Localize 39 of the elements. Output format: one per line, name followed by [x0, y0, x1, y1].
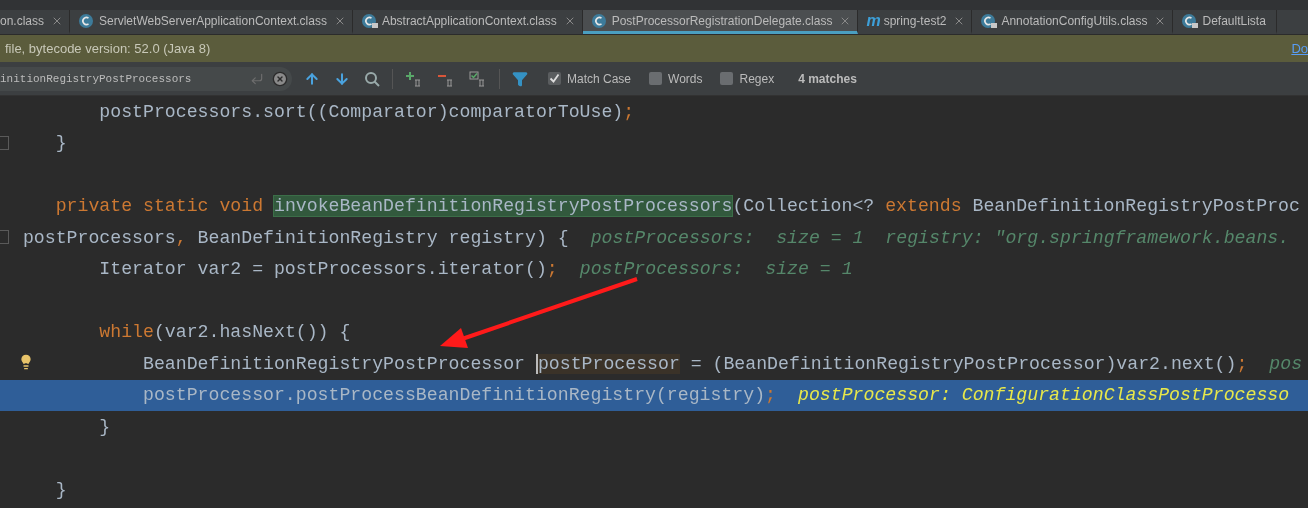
- code-line: }: [55, 479, 67, 500]
- search-option[interactable]: Match Case: [548, 71, 632, 86]
- enter-icon: [250, 71, 264, 86]
- locked-class-icon: [980, 12, 999, 29]
- locked-class-icon: [1181, 12, 1200, 29]
- code-line: BeanDefinitionRegistryPostProcessor postProcessor = (BeanDefinitionRegistryPostProcessor)var2.next();: [143, 353, 1248, 374]
- fold-marker-icon[interactable]: [0, 135, 9, 150]
- search-field[interactable]: initionRegistryPostProcessors: [0, 66, 292, 91]
- fold-marker-icon[interactable]: [0, 230, 9, 244]
- clear-icon[interactable]: [272, 70, 288, 87]
- info-message: file, bytecode version: 52.0 (Java 8): [5, 41, 211, 56]
- option-label: Match Case: [567, 71, 632, 86]
- option-label: Words: [668, 71, 703, 86]
- code-line: postProcessors, BeanDefinitionRegistry registry) {: [22, 227, 569, 248]
- code-line: while(var2.hasNext()) {: [99, 322, 351, 343]
- option-label: Regex: [739, 71, 775, 86]
- code-line: Iterator var2 = postProcessors.iterator();: [99, 259, 558, 280]
- lightbulb-icon[interactable]: [18, 354, 34, 370]
- search-input[interactable]: initionRegistryPostProcessors: [0, 72, 242, 85]
- class-icon: [590, 12, 609, 29]
- debug-value-hint: postProcessors: size = 1: [579, 259, 853, 280]
- code-line: postProcessor.postProcessBeanDefinitionRegistry(registry);: [143, 385, 777, 406]
- code-line: private static void invokeBeanDefinitionRegistryPostProcessors(Collection<? extends BeanDefinitionRegistryPostProc: [55, 196, 1300, 217]
- module-icon: m: [866, 11, 881, 30]
- match-count: 4 matches: [798, 71, 857, 86]
- editor-tab[interactable]: on.class: [0, 10, 71, 34]
- code-line: }: [99, 416, 111, 437]
- locked-class-icon: [360, 12, 379, 29]
- checkbox[interactable]: [649, 72, 663, 85]
- code-line: }: [55, 133, 67, 154]
- code-line: postProcessors.sort((Comparator)comparatorToUse);: [99, 101, 635, 122]
- checkbox[interactable]: [548, 72, 561, 85]
- checkbox[interactable]: [720, 72, 734, 85]
- search-option[interactable]: Words: [649, 71, 703, 86]
- debug-value-hint: pos: [1269, 353, 1303, 374]
- debug-value-hint: postProcessor: ConfigurationClassPostProcesso: [798, 385, 1290, 406]
- debug-value-hint: postProcessors: size = 1 registry: "org.springframework.beans.: [590, 227, 1290, 248]
- search-option[interactable]: Regex: [720, 71, 775, 86]
- editor-tab[interactable]: PostProcessorRegistrationDelegate.class: [582, 10, 859, 34]
